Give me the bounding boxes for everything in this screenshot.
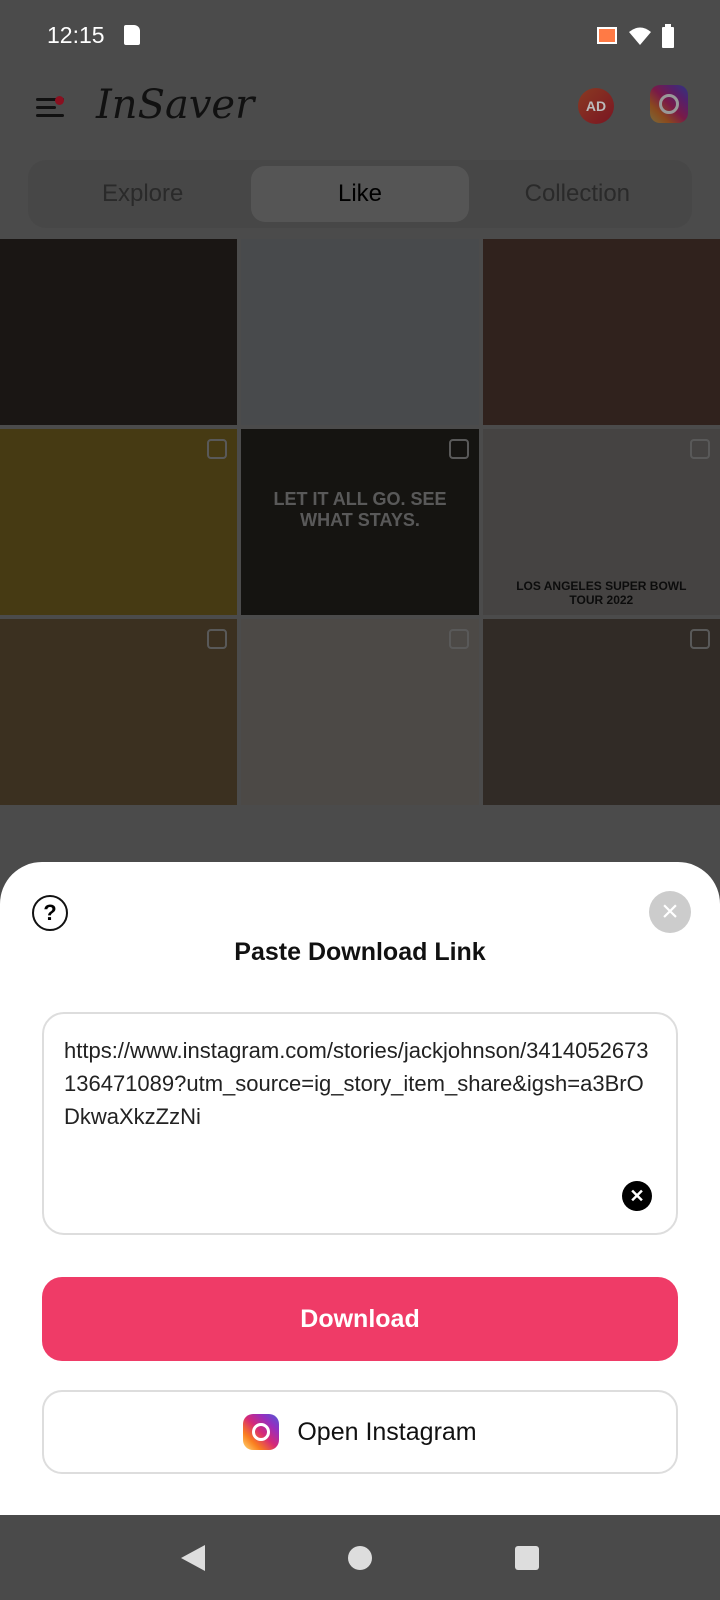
media-tile[interactable] [0,429,238,615]
tile-text: LET IT ALL GO. SEE WHAT STAYS. [273,489,447,530]
navigation-bar [0,1515,720,1600]
select-checkbox[interactable] [689,629,710,649]
help-icon[interactable]: ? [32,895,68,931]
select-checkbox[interactable] [689,439,710,459]
tab-explore[interactable]: Explore [34,166,251,222]
media-tile[interactable] [482,239,720,425]
remove-ads-button[interactable]: AD [578,88,614,124]
open-instagram-label: Open Instagram [297,1417,477,1446]
sheet-title: Paste Download Link [234,938,486,966]
select-checkbox[interactable] [448,439,469,459]
download-button[interactable]: Download [42,1277,678,1361]
media-tile[interactable]: LOS ANGELES SUPER BOWL TOUR 2022 [482,429,720,615]
media-tile[interactable] [0,619,238,805]
wifi-icon [629,27,651,45]
status-time: 12:15 [47,22,105,48]
link-input-value: https://www.instagram.com/stories/jackjo… [64,1038,649,1129]
recents-icon[interactable] [514,1545,539,1570]
paste-link-sheet: ? × Paste Download Link https://www.inst… [0,862,720,1515]
sim-alert-icon [124,25,140,45]
media-tile[interactable]: LET IT ALL GO. SEE WHAT STAYS. [241,429,479,615]
select-checkbox[interactable] [207,439,228,459]
instagram-icon[interactable] [650,85,688,123]
app-header: InSaver AD [0,80,720,160]
link-input[interactable]: https://www.instagram.com/stories/jackjo… [42,1012,678,1235]
tile-text: LOS ANGELES SUPER BOWL TOUR 2022 [516,579,687,607]
select-checkbox[interactable] [448,629,469,649]
back-icon[interactable] [181,1544,206,1571]
status-bar: 12:15 [0,0,720,70]
media-grid: LET IT ALL GO. SEE WHAT STAYS. LOS ANGELE… [0,239,720,805]
battery-icon [662,24,674,48]
media-tile[interactable] [241,239,479,425]
home-icon[interactable] [347,1545,372,1570]
tab-like[interactable]: Like [251,166,469,222]
open-instagram-button[interactable]: Open Instagram [42,1390,678,1474]
tab-bar: Explore Like Collection [28,160,692,228]
media-tile[interactable] [241,619,479,805]
close-button[interactable]: × [649,891,691,933]
media-tile[interactable] [482,619,720,805]
menu-icon[interactable] [36,96,64,124]
media-tile[interactable] [0,239,238,425]
app-logo: InSaver [96,82,255,128]
tab-collection[interactable]: Collection [469,166,686,222]
select-checkbox[interactable] [207,629,228,649]
cast-icon [597,27,617,44]
instagram-icon [243,1414,280,1450]
clear-input-button[interactable]: ✕ [622,1181,652,1211]
